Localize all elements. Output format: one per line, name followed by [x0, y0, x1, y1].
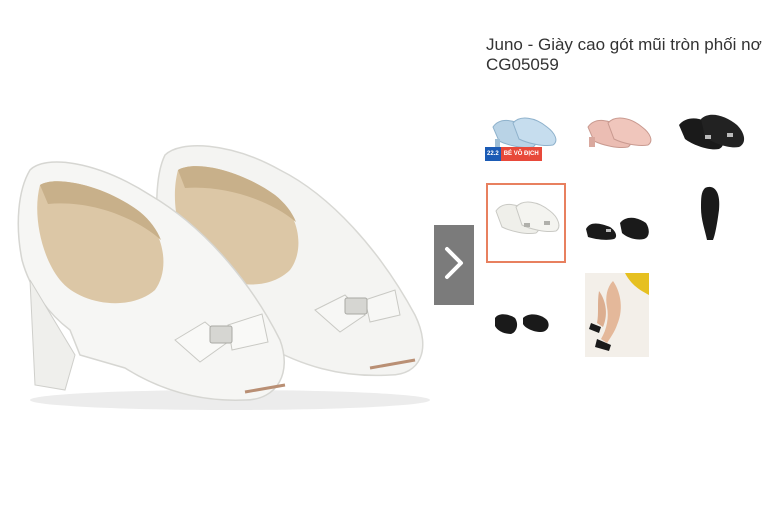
- product-title: Juno - Giày cao gót mũi tròn phối nơ CG0…: [486, 35, 762, 74]
- promo-badge-left: 22.2: [485, 147, 501, 161]
- chevron-right-icon: [443, 246, 465, 285]
- thumbnail-black-pair-back[interactable]: [485, 288, 563, 366]
- promo-badge-right: BÉ VÔ ĐỊCH: [500, 147, 542, 161]
- thumbnail-black-sole[interactable]: [675, 180, 753, 258]
- thumbnail-blue-pair[interactable]: 22.2 BÉ VÔ ĐỊCH: [485, 105, 563, 183]
- thumbnail-pink-pair[interactable]: [580, 105, 658, 183]
- thumbnail-model-wearing[interactable]: [585, 273, 649, 357]
- thumbnail-white-pair[interactable]: [486, 183, 566, 263]
- thumbnail-black-pair-side[interactable]: [580, 185, 658, 263]
- next-image-button[interactable]: [434, 225, 474, 305]
- main-product-image: [0, 100, 440, 430]
- promo-badge: 22.2 BÉ VÔ ĐỊCH: [485, 147, 542, 161]
- thumbnail-black-pair[interactable]: [675, 105, 753, 183]
